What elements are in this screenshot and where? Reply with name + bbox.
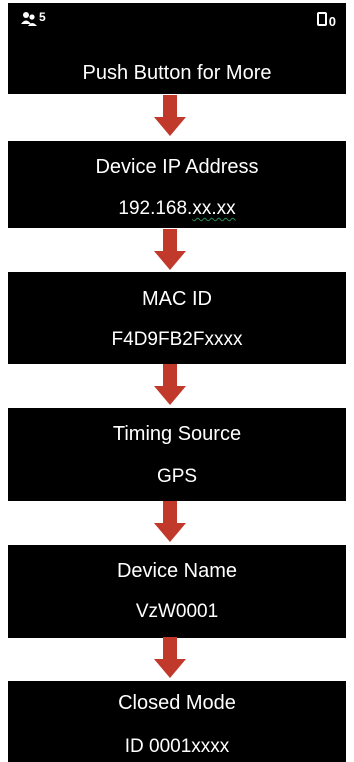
- phone-outline-icon: [316, 12, 327, 31]
- closed-mode-id-value: ID 0001xxxx: [124, 736, 230, 757]
- screen-mac-id: MAC ID F4D9FB2Fxxxx: [8, 272, 346, 364]
- screen-title: Device Name: [116, 560, 238, 582]
- screen-timing-source: Timing Source GPS: [8, 408, 346, 501]
- device-name-value: VzW0001: [135, 601, 219, 622]
- down-arrow-icon: [154, 229, 186, 270]
- screen-title: Timing Source: [112, 423, 242, 445]
- screen-device-name: Device Name VzW0001: [8, 545, 346, 638]
- screen-home: 5 0 Push Button for More: [8, 3, 346, 94]
- screen-device-ip: Device IP Address 192.168.xx.xx: [8, 141, 346, 228]
- down-arrow-icon: [154, 364, 186, 405]
- devices-status: 0: [316, 12, 336, 31]
- users-icon: [20, 11, 38, 27]
- timing-source-value: GPS: [156, 466, 198, 487]
- down-arrow-icon: [154, 637, 186, 678]
- mac-id-value: F4D9FB2Fxxxx: [111, 329, 243, 350]
- ip-address-value: 192.168.xx.xx: [118, 198, 236, 219]
- screen-title: MAC ID: [142, 288, 212, 310]
- screen-title: Closed Mode: [118, 692, 236, 714]
- users-status: 5: [20, 11, 46, 27]
- devices-count: 0: [328, 13, 336, 29]
- push-button-hint: Push Button for More: [82, 62, 272, 84]
- down-arrow-icon: [154, 95, 186, 136]
- screen-closed-mode: Closed Mode ID 0001xxxx: [8, 681, 346, 762]
- screen-title: Device IP Address: [95, 156, 259, 178]
- down-arrow-icon: [154, 501, 186, 542]
- users-count: 5: [39, 10, 46, 24]
